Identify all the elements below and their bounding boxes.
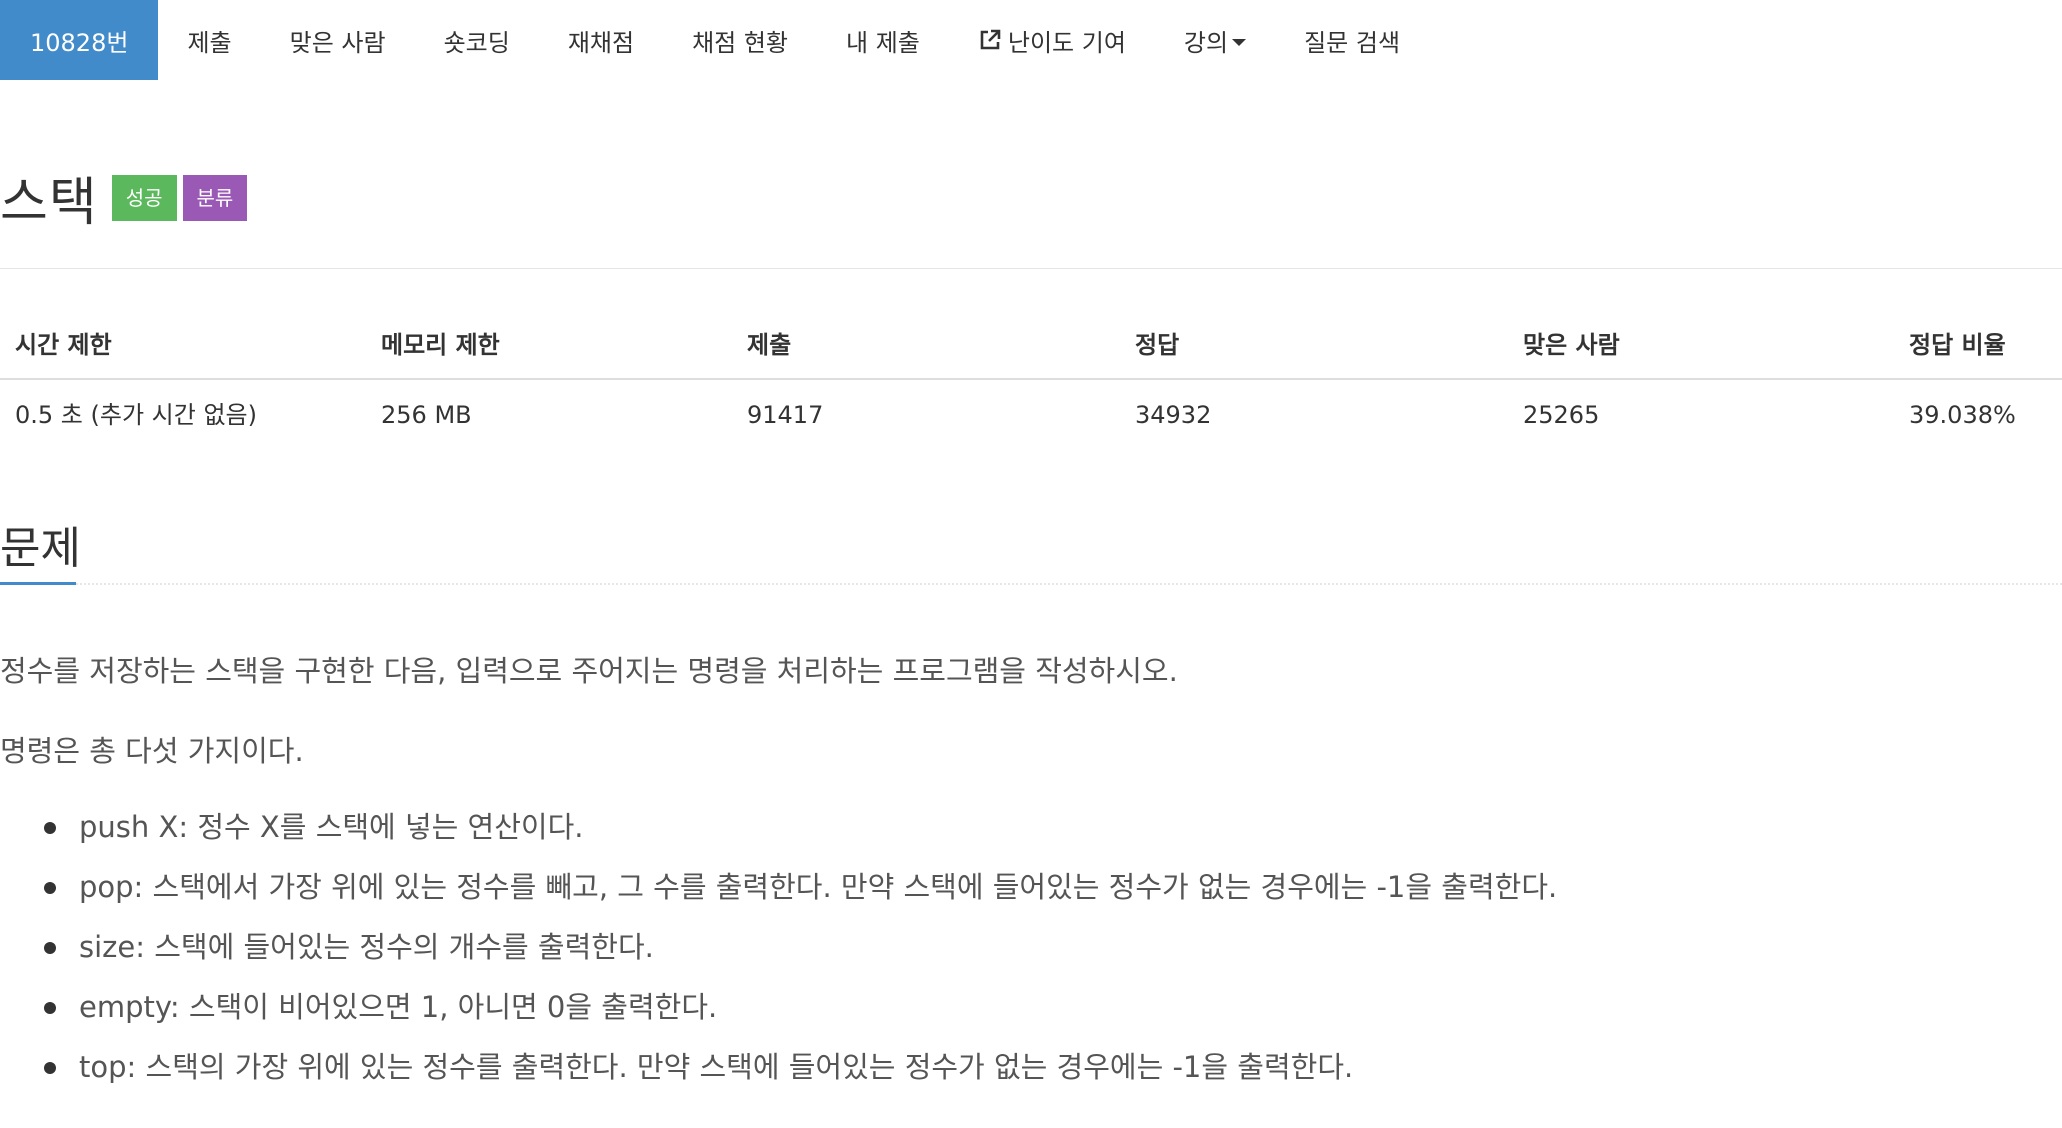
nav-tab-label: 재채점 <box>567 28 635 57</box>
nav-tab-label: 10828번 <box>30 28 129 57</box>
problem-info-table: 시간 제한 메모리 제한 제출 정답 맞은 사람 정답 비율 0.5 초 (추가… <box>0 310 2062 450</box>
value-submissions: 91417 <box>747 401 824 429</box>
solved-badge[interactable]: 성공 <box>111 174 177 221</box>
bullet-icon <box>44 882 56 894</box>
command-empty: empty: 스택이 비어있으면 1, 아니면 0을 출력한다. <box>79 990 718 1024</box>
table-header-row: 시간 제한 메모리 제한 제출 정답 맞은 사람 정답 비율 <box>0 310 2062 380</box>
nav-tab-label: 채점 현황 <box>692 28 789 57</box>
nav-tab-label: 질문 검색 <box>1304 28 1401 57</box>
nav-tab-submit[interactable]: 제출 <box>158 0 260 80</box>
section-divider <box>76 583 2062 585</box>
category-badge[interactable]: 분류 <box>182 174 248 221</box>
list-item: size: 스택에 들어있는 정수의 개수를 출력한다. <box>0 922 1557 982</box>
section-title: 문제 <box>0 523 81 574</box>
command-size: size: 스택에 들어있는 정수의 개수를 출력한다. <box>79 930 654 964</box>
list-item: empty: 스택이 비어있으면 1, 아니면 0을 출력한다. <box>0 982 1557 1042</box>
nav-tab-question-search[interactable]: 질문 검색 <box>1275 0 1429 80</box>
nav-tab-difficulty-contribution[interactable]: 난이도 기여 <box>949 0 1155 80</box>
nav-tab-status[interactable]: 채점 현황 <box>663 0 817 80</box>
nav-tab-label: 제출 <box>187 28 232 57</box>
nav-tab-label: 숏코딩 <box>443 28 510 57</box>
command-push: push X: 정수 X를 스택에 넣는 연산이다. <box>79 810 584 844</box>
problem-title: 스택 <box>0 173 98 233</box>
list-item: push X: 정수 X를 스택에 넣는 연산이다. <box>0 802 1557 862</box>
header-correct-users: 맞은 사람 <box>1523 331 1620 359</box>
nav-tab-problem[interactable]: 10828번 <box>0 0 159 80</box>
command-pop: pop: 스택에서 가장 위에 있는 정수를 빼고, 그 수를 출력한다. 만약… <box>79 870 1558 904</box>
table-row: 0.5 초 (추가 시간 없음) 256 MB 91417 34932 2526… <box>0 380 2062 450</box>
header-accepted: 정답 <box>1135 331 1180 359</box>
header-accept-ratio: 정답 비율 <box>1909 331 2006 359</box>
header-divider <box>0 268 2062 269</box>
problem-header: 스택 성공 분류 <box>0 160 248 235</box>
value-memory-limit: 256 MB <box>381 401 472 429</box>
nav-tab-label: 난이도 기여 <box>1007 28 1126 57</box>
nav-tab-label: 맞은 사람 <box>289 28 386 57</box>
header-memory-limit: 메모리 제한 <box>381 331 500 359</box>
section-title-underline <box>0 582 76 585</box>
nav-tab-short-coding[interactable]: 숏코딩 <box>415 0 539 80</box>
bullet-icon <box>44 1062 56 1074</box>
nav-tab-correct-users[interactable]: 맞은 사람 <box>261 0 415 80</box>
nav-tab-label: 강의 <box>1183 28 1229 57</box>
list-item: top: 스택의 가장 위에 있는 정수를 출력한다. 만약 스택에 들어있는 … <box>0 1042 1557 1102</box>
nav-tab-lectures-dropdown[interactable]: 강의 <box>1155 0 1275 80</box>
external-link-icon <box>980 29 1001 50</box>
bullet-icon <box>44 1002 56 1014</box>
problem-description: 정수를 저장하는 스택을 구현한 다음, 입력으로 주어지는 명령을 처리하는 … <box>0 654 1178 688</box>
value-time-limit: 0.5 초 (추가 시간 없음) <box>15 401 257 429</box>
header-time-limit: 시간 제한 <box>15 331 112 359</box>
problem-nav: 10828번 제출 맞은 사람 숏코딩 재채점 채점 현황 내 제출 난이도 기… <box>0 0 1429 80</box>
bullet-icon <box>44 822 56 834</box>
command-list: push X: 정수 X를 스택에 넣는 연산이다. pop: 스택에서 가장 … <box>0 802 1557 1102</box>
value-accepted: 34932 <box>1135 401 1212 429</box>
header-submissions: 제출 <box>747 331 792 359</box>
value-accept-ratio: 39.038% <box>1909 401 2016 429</box>
nav-tab-my-submissions[interactable]: 내 제출 <box>817 0 949 80</box>
list-item: pop: 스택에서 가장 위에 있는 정수를 빼고, 그 수를 출력한다. 만약… <box>0 862 1557 922</box>
value-correct-users: 25265 <box>1523 401 1600 429</box>
caret-down-icon <box>1232 38 1247 46</box>
nav-tab-label: 내 제출 <box>846 28 920 57</box>
bullet-icon <box>44 942 56 954</box>
command-intro: 명령은 총 다섯 가지이다. <box>0 734 304 768</box>
nav-tab-rejudge[interactable]: 재채점 <box>539 0 663 80</box>
command-top: top: 스택의 가장 위에 있는 정수를 출력한다. 만약 스택에 들어있는 … <box>79 1050 1354 1084</box>
